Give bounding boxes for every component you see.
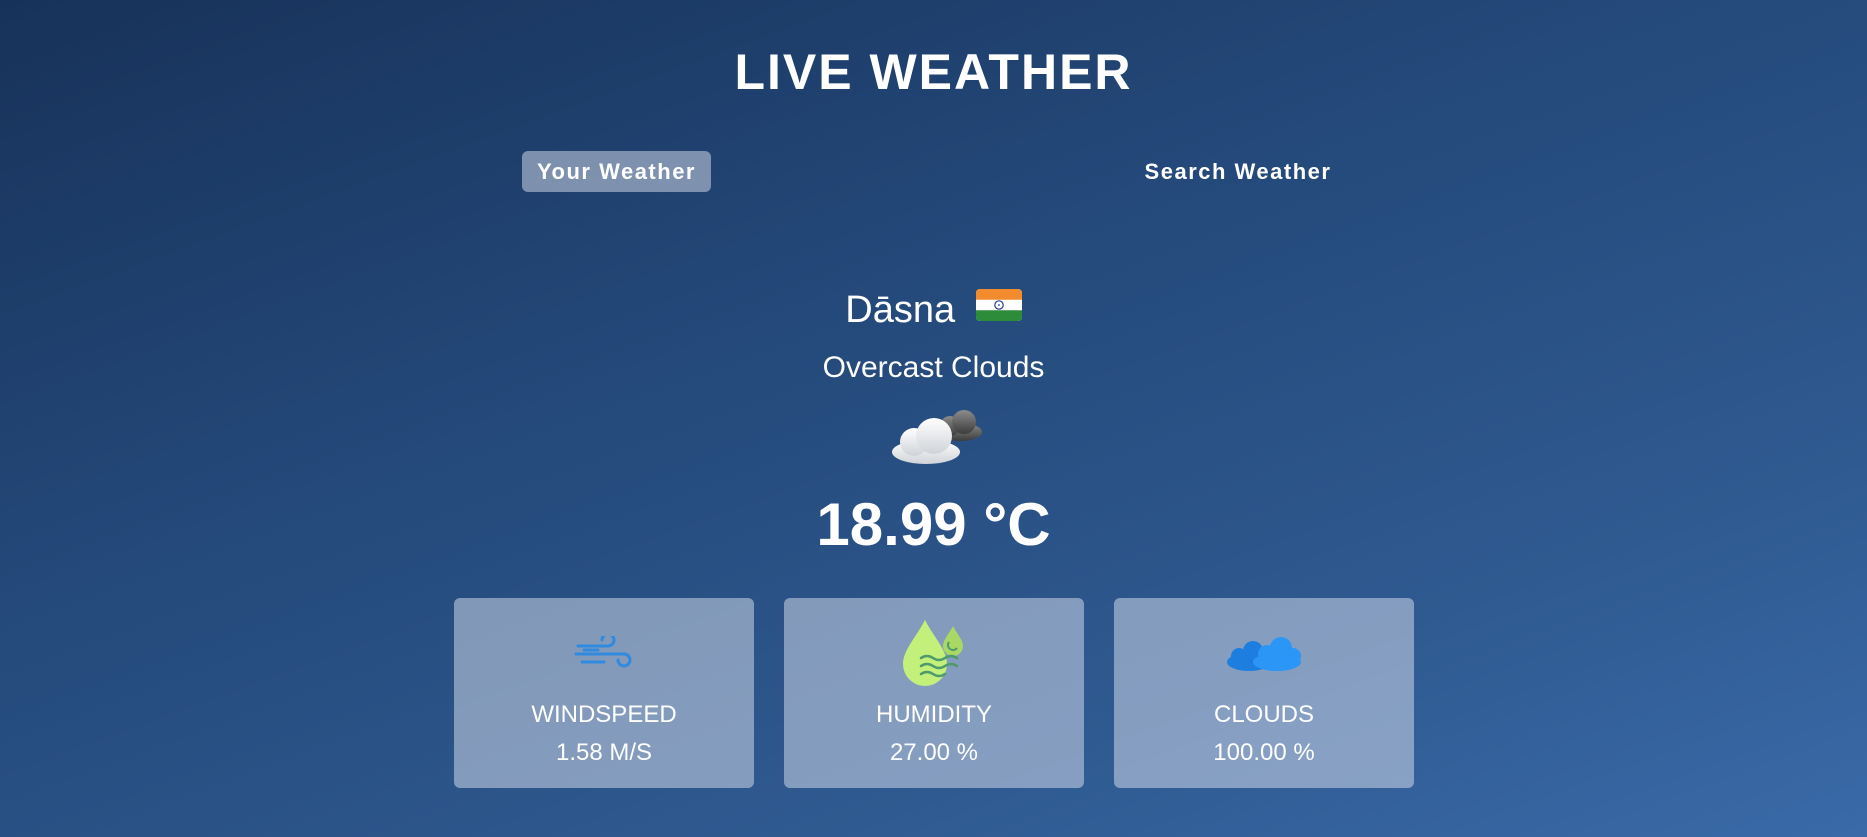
app-title: LIVE WEATHER: [734, 44, 1133, 100]
city-name: Dāsna: [845, 289, 956, 331]
humidity-drops-icon: [899, 618, 969, 693]
wind-icon: [574, 632, 634, 677]
humidity-label: HUMIDITY: [876, 701, 992, 728]
windspeed-value: 1.58 M/S: [555, 739, 653, 766]
india-flag-icon: [975, 283, 1022, 335]
humidity-card: HUMIDITY 27.00 %: [784, 598, 1084, 788]
weather-description: Overcast Clouds: [822, 351, 1045, 384]
tab-your-weather[interactable]: Your Weather: [522, 151, 711, 192]
clouds-label: CLOUDS: [1213, 701, 1315, 728]
windspeed-label: WINDSPEED: [531, 701, 677, 728]
tab-search-weather[interactable]: Search Weather: [1130, 151, 1346, 192]
windspeed-card: WINDSPEED 1.58 M/S: [454, 598, 754, 788]
temperature-value: 18.99 °C: [816, 491, 1051, 558]
clouds-value: 100.00 %: [1213, 739, 1315, 766]
clouds-card: CLOUDS 100.00 %: [1114, 598, 1414, 788]
humidity-value: 27.00 %: [889, 739, 979, 766]
clouds-icon: [1225, 636, 1303, 677]
overcast-clouds-icon: [888, 404, 984, 468]
city-header: Dāsna: [0, 284, 1867, 338]
